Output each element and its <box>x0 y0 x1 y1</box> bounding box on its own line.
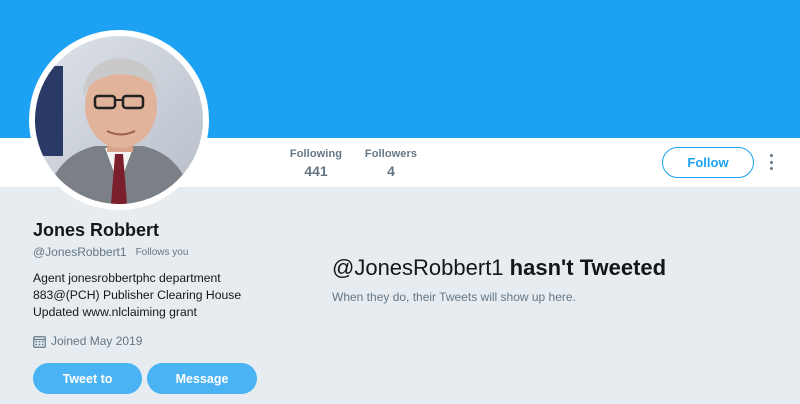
profile-handle: @JonesRobbert1 <box>33 245 127 259</box>
following-label: Following <box>289 148 343 160</box>
follow-button[interactable]: Follow <box>662 147 754 178</box>
stat-followers[interactable]: Followers 4 <box>364 148 418 179</box>
empty-state-handle: @JonesRobbert1 <box>332 255 504 280</box>
joined-label: Joined May 2019 <box>51 334 143 348</box>
calendar-icon <box>33 335 46 348</box>
empty-state-subtitle: When they do, their Tweets will show up … <box>332 290 576 304</box>
bio-line: Agent jonesrobbertphc department <box>33 271 221 285</box>
following-count: 441 <box>304 163 328 179</box>
more-icon[interactable] <box>766 152 776 172</box>
bio-line: 883@(PCH) Publisher Clearing House <box>33 288 242 302</box>
avatar[interactable] <box>29 30 209 210</box>
empty-state-title: @JonesRobbert1 hasn't Tweeted <box>332 255 666 281</box>
followers-count: 4 <box>387 163 395 179</box>
followers-label: Followers <box>364 148 418 160</box>
joined-date: Joined May 2019 <box>33 334 142 348</box>
stat-following[interactable]: Following 441 <box>288 148 344 179</box>
avatar-photo <box>35 36 203 204</box>
profile-name: Jones Robbert <box>33 220 160 240</box>
bio-line: Updated www.nlclaiming grant <box>33 305 197 319</box>
message-button[interactable]: Message <box>147 363 257 394</box>
empty-state-title-suffix: hasn't Tweeted <box>509 255 667 280</box>
profile-bio: Agent jonesrobbertphc department 883@(PC… <box>33 270 293 321</box>
tweet-to-button[interactable]: Tweet to <box>33 363 142 394</box>
follows-you-badge: Follows you <box>135 246 189 258</box>
handle-row: @JonesRobbert1 Follows you <box>33 245 188 259</box>
